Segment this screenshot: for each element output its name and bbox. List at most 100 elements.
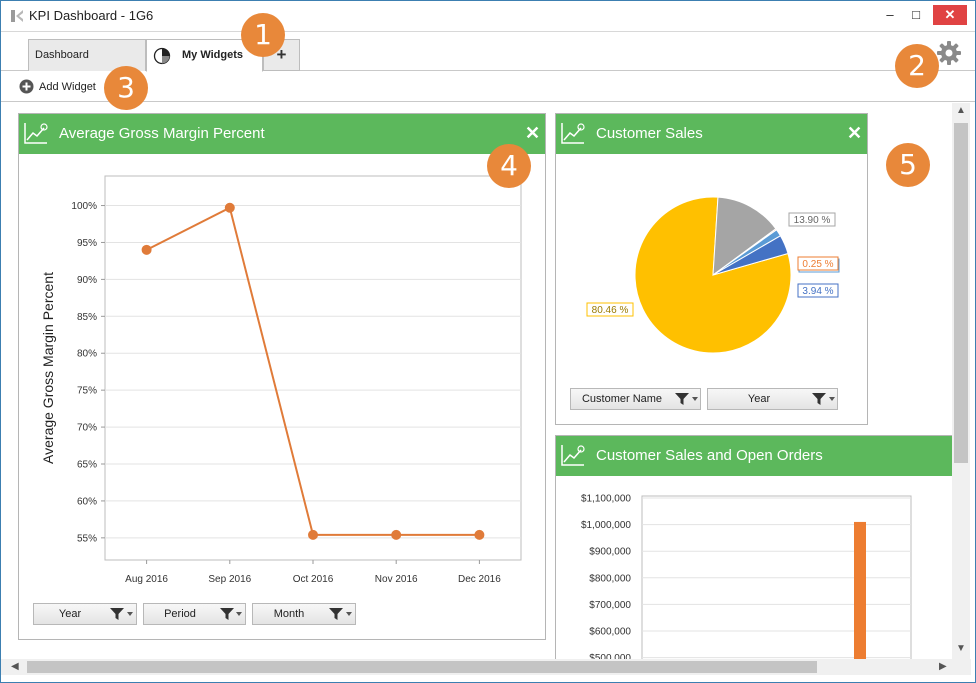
customer-name-filter-label: Customer Name xyxy=(581,393,663,405)
funnel-icon xyxy=(675,393,689,405)
x-tick-label: Oct 2016 xyxy=(293,574,334,585)
scroll-right-icon[interactable]: ▶ xyxy=(939,661,947,672)
callout-4: 4 xyxy=(487,144,531,188)
y-axis-title: Average Gross Margin Percent xyxy=(40,272,56,464)
margin-widget-header[interactable]: Average Gross Margin Percent ✕ xyxy=(19,114,545,154)
callout-3: 3 xyxy=(104,66,148,110)
maximize-button[interactable]: □ xyxy=(905,5,927,25)
dropdown-arrow-icon xyxy=(346,612,352,616)
title-bar: KPI Dashboard - 1G6 – □ ✕ xyxy=(1,1,975,31)
y-tick-label: 65% xyxy=(77,460,97,471)
bar xyxy=(854,521,866,660)
open-orders-widget-header[interactable]: Customer Sales and Open Orders xyxy=(556,436,952,476)
trend-chart-icon xyxy=(561,445,585,466)
y-tick-label: $600,000 xyxy=(589,627,631,638)
margin-widget-close-button[interactable]: ✕ xyxy=(525,123,540,144)
margin-widget: Average Gross Margin Percent ✕ 55% 60% 65%… xyxy=(18,113,546,640)
window-title: KPI Dashboard - 1G6 xyxy=(29,8,154,23)
y-tick-label: $800,000 xyxy=(589,573,631,584)
customer-name-filter-button[interactable]: Customer Name xyxy=(570,388,701,410)
year-filter-button-2[interactable]: Year xyxy=(707,388,838,410)
x-tick-label: Aug 2016 xyxy=(125,574,168,585)
y-tick-label: 80% xyxy=(77,349,97,360)
tab-strip: Dashboard My Widgets + xyxy=(1,31,975,72)
data-point xyxy=(308,529,318,540)
period-filter-label: Period xyxy=(164,608,196,620)
y-tick-label: 85% xyxy=(77,312,97,323)
open-orders-widget-title: Customer Sales and Open Orders xyxy=(596,447,823,464)
month-filter-label: Month xyxy=(273,608,305,620)
y-tick-label: $900,000 xyxy=(589,547,631,558)
app-window: KPI Dashboard - 1G6 – □ ✕ Dashboard My W… xyxy=(0,0,976,683)
horizontal-scrollbar[interactable]: ◀ ▶ xyxy=(1,659,971,675)
customer-sales-pie-chart: 80.46 %13.90 %1.45 %0.25 %3.94 % xyxy=(586,196,840,354)
tab-my-widgets-label: My Widgets xyxy=(182,49,244,61)
add-widget-label: Add Widget xyxy=(39,81,96,93)
month-filter-button[interactable]: Month xyxy=(252,603,356,625)
pie-chart-icon xyxy=(153,47,171,65)
x-tick-label: Sep 2016 xyxy=(208,574,251,585)
pie-label-text: 13.90 % xyxy=(794,215,831,226)
y-tick-label: 75% xyxy=(77,386,97,397)
y-tick-label: $700,000 xyxy=(589,600,631,611)
data-point xyxy=(474,529,485,540)
dropdown-arrow-icon xyxy=(236,612,242,616)
funnel-icon xyxy=(812,393,826,405)
year-filter-label: Year xyxy=(58,608,82,620)
y-tick-label: $1,100,000 xyxy=(581,494,631,505)
vertical-scrollbar[interactable]: ▲ ▼ xyxy=(952,103,970,659)
margin-widget-title: Average Gross Margin Percent xyxy=(59,125,265,142)
y-tick-label: 90% xyxy=(77,275,97,286)
pie-label-text: 80.46 % xyxy=(592,305,629,316)
vertical-scroll-thumb[interactable] xyxy=(954,123,968,463)
funnel-icon xyxy=(110,608,124,620)
pie-data-label: 3.94 % xyxy=(797,283,839,298)
dropdown-arrow-icon xyxy=(692,397,698,401)
customer-sales-widget-title: Customer Sales xyxy=(596,125,703,142)
app-logo-icon xyxy=(11,10,23,22)
pie-data-label: 13.90 % xyxy=(788,212,836,227)
period-filter-button[interactable]: Period xyxy=(143,603,246,625)
callout-1: 1 xyxy=(241,13,285,57)
x-tick-label: Nov 2016 xyxy=(375,574,418,585)
funnel-icon xyxy=(329,608,343,620)
add-circle-icon xyxy=(19,79,34,94)
customer-sales-widget: Customer Sales ✕ 80.46 %13.90 %1.45 %0.2… xyxy=(555,113,868,425)
callout-2: 2 xyxy=(895,44,939,88)
y-tick-label: 70% xyxy=(77,423,97,434)
customer-sales-widget-header[interactable]: Customer Sales ✕ xyxy=(556,114,867,154)
scroll-up-icon[interactable]: ▲ xyxy=(956,105,966,116)
funnel-icon xyxy=(220,608,234,620)
data-point xyxy=(391,529,402,540)
plot-area xyxy=(104,175,522,561)
x-tick-label: Dec 2016 xyxy=(458,574,501,585)
trend-chart-icon xyxy=(561,123,585,144)
pie-label-text: 0.25 % xyxy=(802,259,833,270)
year-filter-label-2: Year xyxy=(747,393,771,405)
y-tick-label: 60% xyxy=(77,496,97,507)
margin-line-chart: 55% 60% 65% 70% 75% 80% 85% 90% 95% 100% Aug 2016 S… xyxy=(40,175,522,585)
y-tick-label: $1,000,000 xyxy=(581,520,631,531)
pie-data-label: 80.46 % xyxy=(586,302,634,317)
callout-5: 5 xyxy=(886,143,930,187)
pie-label-text: 3.94 % xyxy=(802,286,833,297)
dropdown-arrow-icon xyxy=(829,397,835,401)
dropdown-arrow-icon xyxy=(127,612,133,616)
scroll-left-icon[interactable]: ◀ xyxy=(11,661,19,672)
customer-sales-widget-close-button[interactable]: ✕ xyxy=(847,123,862,144)
year-filter-button[interactable]: Year xyxy=(33,603,137,625)
gear-icon[interactable] xyxy=(936,40,962,66)
open-orders-bar-chart: $500,000$600,000$700,000$800,000$900,000… xyxy=(581,494,912,660)
y-tick-label: 55% xyxy=(77,533,97,544)
close-window-button[interactable]: ✕ xyxy=(933,5,967,25)
y-tick-label: 100% xyxy=(71,201,97,212)
trend-chart-icon xyxy=(24,123,48,144)
horizontal-scroll-thumb[interactable] xyxy=(27,661,817,673)
minimize-button[interactable]: – xyxy=(879,5,901,25)
open-orders-widget: Customer Sales and Open Orders $500,000 $… xyxy=(555,435,953,665)
data-point xyxy=(141,244,152,255)
pie-data-label: 0.25 % xyxy=(797,256,839,271)
data-point xyxy=(224,202,235,213)
scroll-down-icon[interactable]: ▼ xyxy=(956,643,966,654)
y-tick-label: 95% xyxy=(77,238,97,249)
